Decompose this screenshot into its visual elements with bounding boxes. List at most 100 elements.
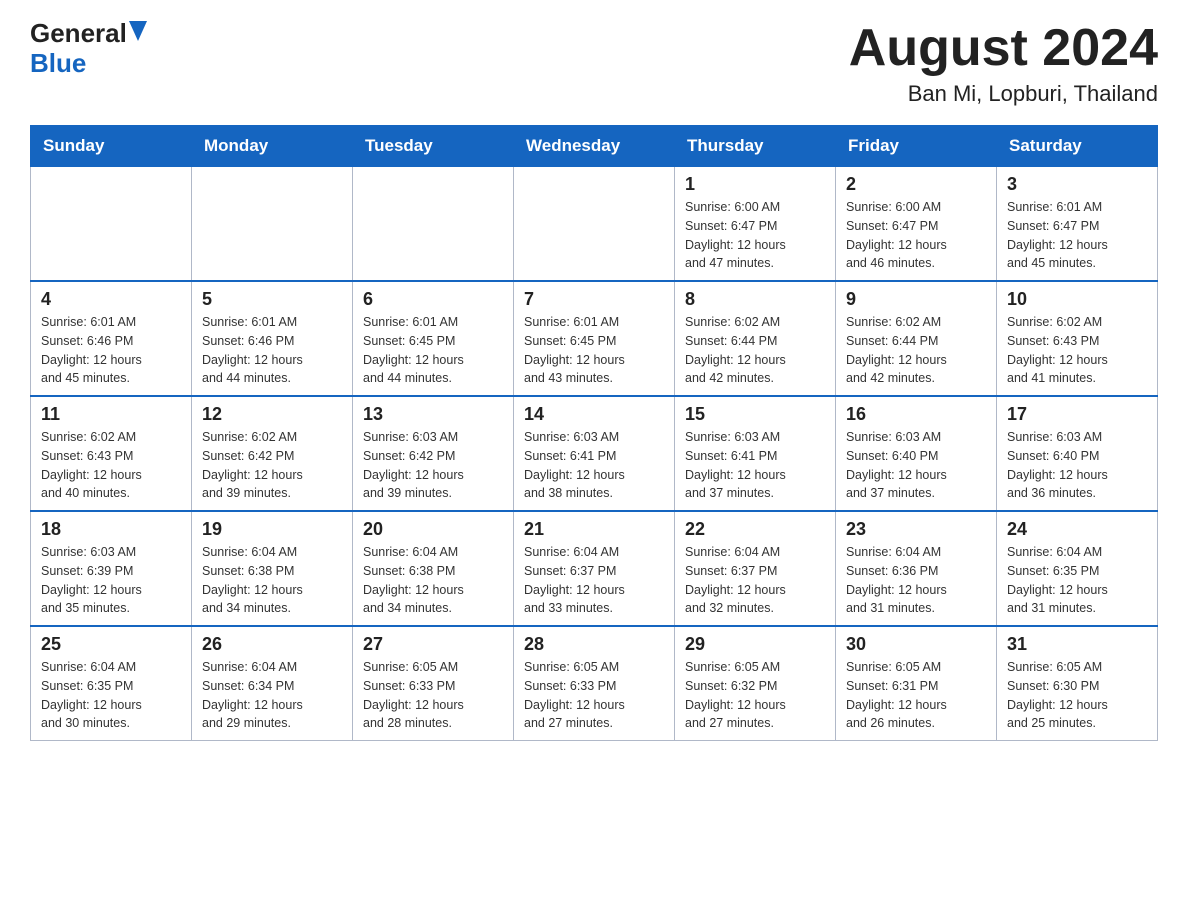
day-info: Sunrise: 6:01 AM Sunset: 6:45 PM Dayligh… (363, 313, 503, 388)
day-info: Sunrise: 6:03 AM Sunset: 6:41 PM Dayligh… (524, 428, 664, 503)
day-number: 5 (202, 289, 342, 310)
day-number: 19 (202, 519, 342, 540)
day-info: Sunrise: 6:04 AM Sunset: 6:34 PM Dayligh… (202, 658, 342, 733)
calendar-week-row: 11Sunrise: 6:02 AM Sunset: 6:43 PM Dayli… (31, 396, 1158, 511)
day-info: Sunrise: 6:03 AM Sunset: 6:40 PM Dayligh… (846, 428, 986, 503)
calendar-cell: 2 Sunrise: 6:00 AM Sunset: 6:47 PM Daylig… (836, 167, 997, 282)
page-header: General Blue August 2024 Ban Mi, Lopburi… (30, 20, 1158, 107)
calendar-cell: 12Sunrise: 6:02 AM Sunset: 6:42 PM Dayli… (192, 396, 353, 511)
col-header-saturday: Saturday (997, 126, 1158, 167)
location-title: Ban Mi, Lopburi, Thailand (849, 81, 1158, 107)
calendar-week-row: 1Sunrise: 6:00 AM Sunset: 6:47 PM Daylig… (31, 167, 1158, 282)
day-info: Sunrise: 6:04 AM Sunset: 6:38 PM Dayligh… (202, 543, 342, 618)
calendar-cell: 25 Sunrise: 6:04 AM Sunset: 6:35 PM Dayli… (31, 626, 192, 741)
logo-general: General (30, 20, 127, 46)
day-number: 2 (846, 174, 986, 195)
calendar-cell: 27 Sunrise: 6:05 AM Sunset: 6:33 PM Dayli… (353, 626, 514, 741)
day-info: Sunrise: 6:03 AM Sunset: 6:42 PM Dayligh… (363, 428, 503, 503)
day-number: 28 (524, 634, 664, 655)
day-info: Sunrise: 6:03 AM Sunset: 6:39 PM Dayligh… (41, 543, 181, 618)
day-number: 21 (524, 519, 664, 540)
calendar-cell: 31Sunrise: 6:05 AM Sunset: 6:30 PM Dayli… (997, 626, 1158, 741)
day-number: 25 (41, 634, 181, 655)
day-number: 22 (685, 519, 825, 540)
day-number: 20 (363, 519, 503, 540)
day-number: 15 (685, 404, 825, 425)
calendar-cell (31, 167, 192, 282)
calendar-cell (514, 167, 675, 282)
day-info: Sunrise: 6:04 AM Sunset: 6:35 PM Dayligh… (41, 658, 181, 733)
calendar-table: SundayMondayTuesdayWednesdayThursdayFrid… (30, 125, 1158, 741)
calendar-cell: 15 Sunrise: 6:03 AM Sunset: 6:41 PM Dayli… (675, 396, 836, 511)
day-number: 26 (202, 634, 342, 655)
day-number: 3 (1007, 174, 1147, 195)
day-number: 7 (524, 289, 664, 310)
calendar-cell: 29 Sunrise: 6:05 AM Sunset: 6:32 PM Dayli… (675, 626, 836, 741)
col-header-thursday: Thursday (675, 126, 836, 167)
month-title: August 2024 (849, 20, 1158, 77)
col-header-monday: Monday (192, 126, 353, 167)
day-number: 11 (41, 404, 181, 425)
day-number: 10 (1007, 289, 1147, 310)
day-number: 14 (524, 404, 664, 425)
day-number: 9 (846, 289, 986, 310)
calendar-cell: 8 Sunrise: 6:02 AM Sunset: 6:44 PM Daylig… (675, 281, 836, 396)
logo: General Blue (30, 20, 147, 79)
calendar-cell: 30 Sunrise: 6:05 AM Sunset: 6:31 PM Dayli… (836, 626, 997, 741)
calendar-week-row: 25 Sunrise: 6:04 AM Sunset: 6:35 PM Dayli… (31, 626, 1158, 741)
calendar-cell: 6 Sunrise: 6:01 AM Sunset: 6:45 PM Daylig… (353, 281, 514, 396)
calendar-cell (192, 167, 353, 282)
calendar-cell: 24 Sunrise: 6:04 AM Sunset: 6:35 PM Dayli… (997, 511, 1158, 626)
day-info: Sunrise: 6:00 AM Sunset: 6:47 PM Dayligh… (685, 198, 825, 273)
day-info: Sunrise: 6:02 AM Sunset: 6:42 PM Dayligh… (202, 428, 342, 503)
day-info: Sunrise: 6:04 AM Sunset: 6:35 PM Dayligh… (1007, 543, 1147, 618)
calendar-cell (353, 167, 514, 282)
day-number: 16 (846, 404, 986, 425)
day-number: 24 (1007, 519, 1147, 540)
day-info: Sunrise: 6:05 AM Sunset: 6:33 PM Dayligh… (363, 658, 503, 733)
calendar-cell: 28 Sunrise: 6:05 AM Sunset: 6:33 PM Dayli… (514, 626, 675, 741)
day-number: 8 (685, 289, 825, 310)
calendar-week-row: 18Sunrise: 6:03 AM Sunset: 6:39 PM Dayli… (31, 511, 1158, 626)
calendar-cell: 21Sunrise: 6:04 AM Sunset: 6:37 PM Dayli… (514, 511, 675, 626)
calendar-cell: 7 Sunrise: 6:01 AM Sunset: 6:45 PM Daylig… (514, 281, 675, 396)
day-info: Sunrise: 6:02 AM Sunset: 6:43 PM Dayligh… (1007, 313, 1147, 388)
calendar-cell: 10 Sunrise: 6:02 AM Sunset: 6:43 PM Dayli… (997, 281, 1158, 396)
day-info: Sunrise: 6:03 AM Sunset: 6:40 PM Dayligh… (1007, 428, 1147, 503)
day-info: Sunrise: 6:01 AM Sunset: 6:46 PM Dayligh… (41, 313, 181, 388)
logo-triangle-icon (129, 21, 147, 41)
calendar-cell: 3Sunrise: 6:01 AM Sunset: 6:47 PM Daylig… (997, 167, 1158, 282)
day-number: 4 (41, 289, 181, 310)
col-header-friday: Friday (836, 126, 997, 167)
day-info: Sunrise: 6:02 AM Sunset: 6:44 PM Dayligh… (685, 313, 825, 388)
day-info: Sunrise: 6:05 AM Sunset: 6:31 PM Dayligh… (846, 658, 986, 733)
title-block: August 2024 Ban Mi, Lopburi, Thailand (849, 20, 1158, 107)
day-number: 17 (1007, 404, 1147, 425)
col-header-wednesday: Wednesday (514, 126, 675, 167)
calendar-cell: 19 Sunrise: 6:04 AM Sunset: 6:38 PM Dayli… (192, 511, 353, 626)
day-info: Sunrise: 6:03 AM Sunset: 6:41 PM Dayligh… (685, 428, 825, 503)
calendar-cell: 11Sunrise: 6:02 AM Sunset: 6:43 PM Dayli… (31, 396, 192, 511)
day-info: Sunrise: 6:05 AM Sunset: 6:30 PM Dayligh… (1007, 658, 1147, 733)
day-number: 29 (685, 634, 825, 655)
calendar-cell: 17 Sunrise: 6:03 AM Sunset: 6:40 PM Dayli… (997, 396, 1158, 511)
day-number: 30 (846, 634, 986, 655)
day-info: Sunrise: 6:00 AM Sunset: 6:47 PM Dayligh… (846, 198, 986, 273)
calendar-header-row: SundayMondayTuesdayWednesdayThursdayFrid… (31, 126, 1158, 167)
day-info: Sunrise: 6:02 AM Sunset: 6:44 PM Dayligh… (846, 313, 986, 388)
day-info: Sunrise: 6:05 AM Sunset: 6:33 PM Dayligh… (524, 658, 664, 733)
calendar-cell: 14 Sunrise: 6:03 AM Sunset: 6:41 PM Dayli… (514, 396, 675, 511)
calendar-cell: 16 Sunrise: 6:03 AM Sunset: 6:40 PM Dayli… (836, 396, 997, 511)
calendar-week-row: 4 Sunrise: 6:01 AM Sunset: 6:46 PM Daylig… (31, 281, 1158, 396)
day-number: 27 (363, 634, 503, 655)
col-header-tuesday: Tuesday (353, 126, 514, 167)
calendar-cell: 26 Sunrise: 6:04 AM Sunset: 6:34 PM Dayli… (192, 626, 353, 741)
day-number: 6 (363, 289, 503, 310)
calendar-cell: 13Sunrise: 6:03 AM Sunset: 6:42 PM Dayli… (353, 396, 514, 511)
calendar-cell: 20Sunrise: 6:04 AM Sunset: 6:38 PM Dayli… (353, 511, 514, 626)
day-info: Sunrise: 6:05 AM Sunset: 6:32 PM Dayligh… (685, 658, 825, 733)
day-info: Sunrise: 6:04 AM Sunset: 6:37 PM Dayligh… (685, 543, 825, 618)
col-header-sunday: Sunday (31, 126, 192, 167)
day-info: Sunrise: 6:01 AM Sunset: 6:45 PM Dayligh… (524, 313, 664, 388)
calendar-cell: 22 Sunrise: 6:04 AM Sunset: 6:37 PM Dayli… (675, 511, 836, 626)
